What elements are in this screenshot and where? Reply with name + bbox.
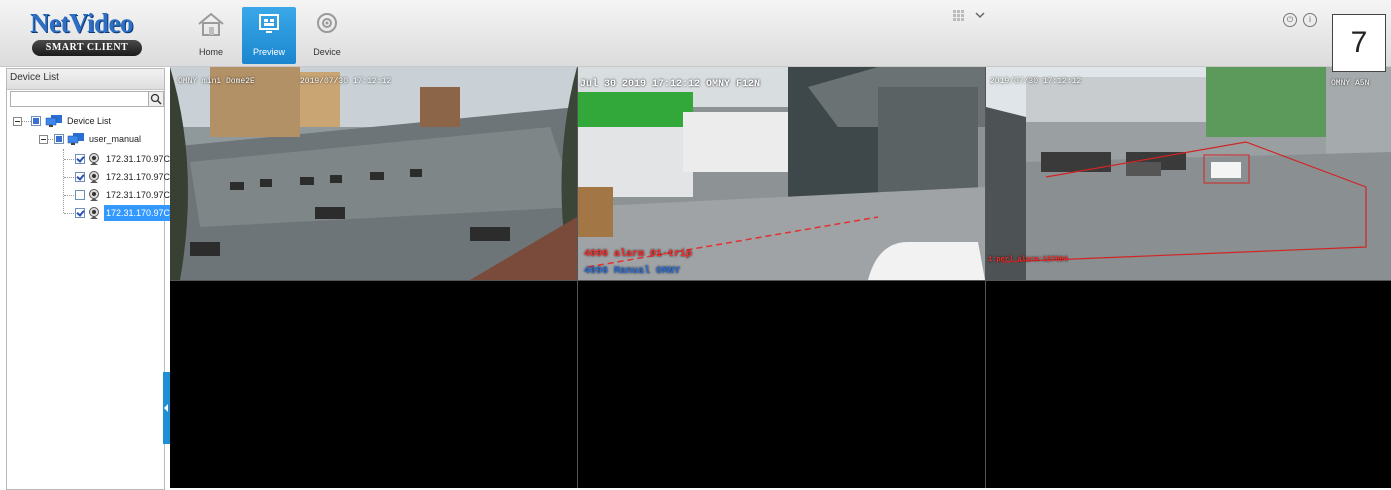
video-cell-4[interactable]: [170, 281, 577, 488]
device-label: 172.31.170.97C: [106, 154, 171, 164]
nav-preview-button[interactable]: Preview: [242, 7, 296, 64]
device-group-icon: [67, 133, 84, 145]
window-controls: ⏻ i: [1283, 13, 1320, 27]
grid-divider: [577, 67, 578, 488]
osd-timestamp: 2019/07/30 17:12:12: [990, 77, 1082, 86]
logo-subtitle: SMART CLIENT: [32, 40, 142, 56]
device-icon: [317, 13, 337, 33]
tree-group-row[interactable]: user_manual: [7, 131, 164, 147]
nav-home-button[interactable]: Home: [184, 7, 238, 64]
device-label: 172.31.170.97C: [106, 172, 171, 182]
video-cell-3[interactable]: 2019/07/30 17:12:12 OMNY A5N 1:perl alar…: [986, 67, 1391, 280]
device-search-input[interactable]: [11, 92, 147, 106]
camera-feed-fisheye-parking: [170, 67, 577, 280]
osd-timestamp: Jul 30 2019 17:12:12 OMNY F12N: [580, 79, 761, 90]
osd-status-text: 4096 Manual OMNY: [584, 266, 681, 277]
grid-divider: [985, 67, 986, 488]
device-row[interactable]: 172.31.170.97C: [7, 151, 170, 167]
video-cell-2[interactable]: Jul 30 2019 17:12:12 OMNY F12N 4096 alar…: [578, 67, 985, 280]
tree-root-row[interactable]: Device List: [7, 113, 164, 129]
device-row[interactable]: 172.31.170.97C: [7, 187, 170, 203]
device-checkbox[interactable]: [75, 172, 85, 182]
info-icon[interactable]: i: [1303, 13, 1318, 27]
osd-alarm-text: 1:perl alarm:127694: [988, 256, 1068, 264]
device-search-box: [10, 91, 164, 107]
nav-preview-label: Preview: [252, 47, 285, 57]
camera-icon: [89, 189, 99, 201]
page-number-badge: 7: [1332, 14, 1386, 72]
app-logo: NetVideo SMART CLIENT: [16, 8, 144, 62]
camera-feed-industrial-lot: [986, 67, 1391, 280]
device-checkbox[interactable]: [75, 208, 85, 218]
grid-divider: [170, 280, 1391, 281]
osd-camera-name: OMNY mini Dome2E: [178, 77, 255, 86]
nav-home-label: Home: [198, 47, 223, 57]
camera-icon: [89, 171, 99, 183]
video-grid: OMNY mini Dome2E 2019/07/30 17:12:12 Jul…: [170, 67, 1391, 488]
video-cell-6[interactable]: [986, 281, 1391, 488]
tree-connector: [22, 121, 31, 122]
tree-root-label: Device List: [67, 116, 112, 126]
nav-device-button[interactable]: Device: [300, 7, 354, 64]
panel-title: Device List: [7, 69, 164, 90]
tree-connector: [64, 213, 74, 214]
preview-icon: [259, 14, 279, 33]
osd-alarm-text: 4096 alarm 01-trip: [584, 249, 693, 260]
collapse-toggle[interactable]: [13, 117, 22, 126]
root-checkbox[interactable]: [31, 116, 41, 126]
device-label: 172.31.170.97C: [104, 205, 173, 221]
nav-device-label: Device: [313, 47, 341, 57]
device-row-selected[interactable]: 172.31.170.97C: [7, 205, 173, 221]
search-button[interactable]: [148, 92, 163, 106]
sidebar-collapse-handle[interactable]: [163, 372, 170, 444]
home-icon: [198, 12, 224, 36]
tree-connector: [64, 177, 74, 178]
device-checkbox[interactable]: [75, 154, 85, 164]
layout-switch-icon[interactable]: [952, 8, 986, 22]
device-list-panel: Device List Device List user_manual 172.…: [6, 68, 173, 490]
video-cell-5[interactable]: [578, 281, 985, 488]
group-checkbox[interactable]: [54, 134, 64, 144]
device-row[interactable]: 172.31.170.97C: [7, 169, 170, 185]
power-icon[interactable]: ⏻: [1283, 13, 1297, 27]
osd-camera-name: OMNY A5N: [1331, 79, 1370, 88]
tree-connector: [64, 159, 74, 160]
device-checkbox[interactable]: [75, 190, 85, 200]
tree-group-label: user_manual: [89, 134, 142, 144]
logo-brand-text: NetVideo: [30, 8, 133, 38]
tree-connector: [64, 195, 74, 196]
camera-icon: [89, 207, 99, 219]
video-cell-1[interactable]: OMNY mini Dome2E 2019/07/30 17:12:12: [170, 67, 577, 280]
osd-timestamp: 2019/07/30 17:12:12: [300, 77, 392, 86]
device-label: 172.31.170.97C: [106, 190, 171, 200]
collapse-toggle[interactable]: [39, 135, 48, 144]
tree-connector: [48, 139, 53, 140]
camera-icon: [89, 153, 99, 165]
top-toolbar: NetVideo SMART CLIENT Home Preview Devic…: [0, 0, 1391, 67]
search-icon: [150, 93, 162, 105]
device-group-icon: [45, 115, 62, 127]
